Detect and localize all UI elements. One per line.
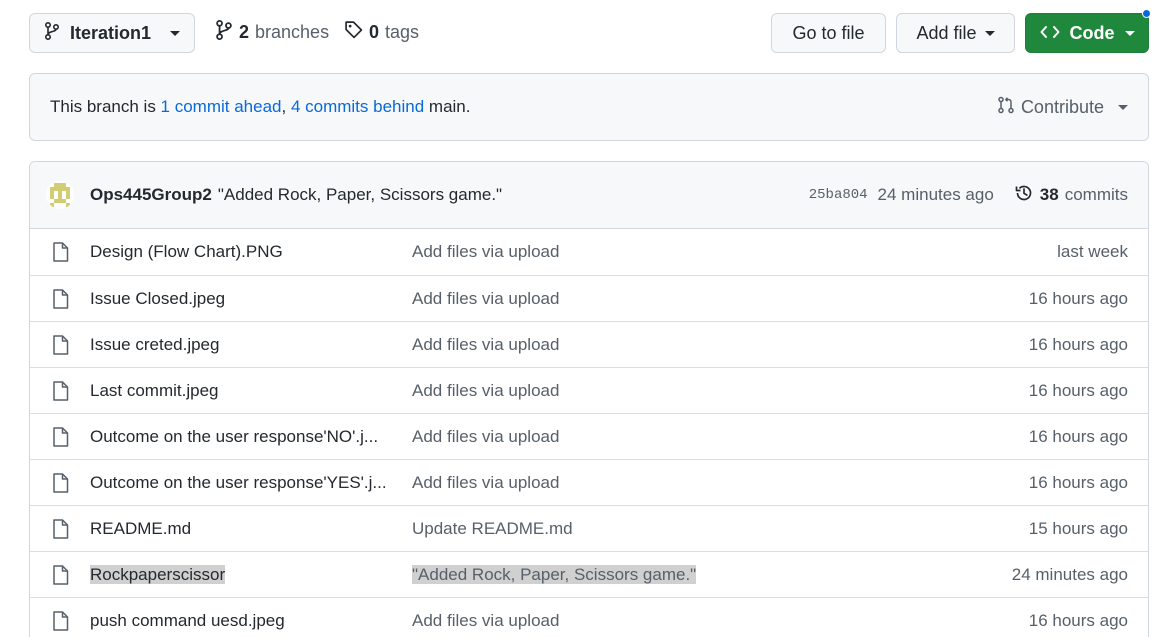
file-name-link[interactable]: push command uesd.jpeg [90, 611, 392, 631]
branch-status-text: This branch is 1 commit ahead, 4 commits… [50, 97, 470, 117]
commits-ahead-link[interactable]: 1 commit ahead [161, 97, 282, 116]
tags-label: tags [385, 21, 420, 42]
chevron-down-icon [984, 30, 995, 36]
commits-count: 38 [1039, 185, 1059, 204]
file-commit-message-link[interactable]: Add files via upload [412, 611, 559, 631]
go-to-file-label: Go to file [792, 22, 865, 43]
latest-commit-bar: Ops445Group2 "Added Rock, Paper, Scissor… [30, 162, 1148, 229]
git-branch-icon [44, 21, 60, 45]
branch-status-separator: , [281, 97, 291, 116]
selection-highlight: "Added Rock, Paper, Scissors game." [412, 564, 697, 584]
code-button[interactable]: Code [1025, 13, 1149, 53]
file-commit-message-link[interactable]: Add files via upload [412, 427, 559, 447]
file-age: 16 hours ago [1028, 288, 1128, 308]
contribute-button[interactable]: Contribute [997, 96, 1128, 119]
chevron-down-icon [1118, 104, 1128, 110]
file-age: 16 hours ago [1028, 334, 1128, 354]
file-age: 16 hours ago [1028, 610, 1128, 630]
table-row: Outcome on the user response'NO'.j... Ad… [30, 413, 1148, 459]
pull-request-icon [997, 96, 1015, 119]
commit-age: 24 minutes ago [877, 185, 994, 204]
avatar[interactable] [46, 181, 74, 209]
file-name-link[interactable]: Outcome on the user response'YES'.j... [90, 473, 392, 493]
file-name-link[interactable]: Rockpaperscissor [90, 564, 392, 585]
file-commit-message-link[interactable]: Add files via upload [412, 473, 559, 493]
file-commit-message-link[interactable]: Add files via upload [412, 289, 559, 309]
file-commit-message-link[interactable]: "Added Rock, Paper, Scissors game." [412, 564, 697, 585]
table-row: Rockpaperscissor "Added Rock, Paper, Sci… [30, 551, 1148, 597]
file-icon [52, 610, 70, 631]
file-name-link[interactable]: Outcome on the user response'NO'.j... [90, 427, 392, 447]
table-row: Issue creted.jpeg Add files via upload 1… [30, 321, 1148, 367]
file-icon [52, 380, 70, 401]
file-name-link[interactable]: Issue creted.jpeg [90, 335, 392, 355]
file-name-link[interactable]: Design (Flow Chart).PNG [90, 242, 392, 262]
file-icon [52, 564, 70, 585]
tags-count: 0 [369, 21, 380, 42]
add-file-label: Add file [916, 22, 977, 43]
code-label: Code [1069, 22, 1115, 43]
contribute-label: Contribute [1020, 96, 1104, 117]
file-commit-message-link[interactable]: Update README.md [412, 519, 573, 539]
code-icon [1040, 23, 1060, 44]
commits-history-link[interactable]: 38 commits [1014, 183, 1128, 208]
file-name-link[interactable]: Issue Closed.jpeg [90, 289, 392, 309]
branches-label: branches [255, 22, 330, 42]
commit-sha-link[interactable]: 25ba804 [809, 187, 868, 203]
branch-name: Iteration1 [70, 22, 152, 43]
file-age: 16 hours ago [1028, 472, 1128, 492]
go-to-file-button[interactable]: Go to file [771, 13, 886, 53]
file-icon [52, 472, 70, 493]
branch-status-box: This branch is 1 commit ahead, 4 commits… [29, 73, 1149, 141]
file-icon [52, 242, 70, 262]
table-row: Issue Closed.jpeg Add files via upload 1… [30, 275, 1148, 321]
file-age: 24 minutes ago [1011, 564, 1128, 584]
table-row: README.md Update README.md 15 hours ago [30, 505, 1148, 551]
file-age: 16 hours ago [1028, 380, 1128, 400]
file-rows: Design (Flow Chart).PNG Add files via up… [30, 229, 1148, 637]
branches-count: 2 [239, 22, 250, 42]
file-icon [52, 288, 70, 309]
commits-behind-link[interactable]: 4 commits behind [291, 97, 424, 116]
commit-meta: 25ba804 24 minutes ago 38 commits [809, 183, 1128, 208]
branches-link[interactable]: 2 branches [215, 19, 330, 45]
commits-label: commits [1064, 185, 1128, 204]
table-row: Last commit.jpeg Add files via upload 16… [30, 367, 1148, 413]
tag-icon [344, 20, 363, 44]
file-icon [52, 334, 70, 355]
branch-status-suffix: main. [424, 97, 471, 116]
file-commit-message-link[interactable]: Add files via upload [412, 381, 559, 401]
branch-status-prefix: This branch is [50, 97, 161, 116]
file-listing: Ops445Group2 "Added Rock, Paper, Scissor… [29, 161, 1149, 637]
notification-dot [1142, 9, 1151, 18]
chevron-down-icon [170, 30, 180, 36]
table-row: push command uesd.jpeg Add files via upl… [30, 597, 1148, 637]
selection-highlight: Rockpaperscissor [90, 564, 226, 584]
file-name-link[interactable]: README.md [90, 519, 392, 539]
add-file-button[interactable]: Add file [896, 13, 1015, 53]
file-name-link[interactable]: Last commit.jpeg [90, 381, 392, 401]
table-row: Outcome on the user response'YES'.j... A… [30, 459, 1148, 505]
git-branch-icon [215, 19, 233, 45]
branch-selector-button[interactable]: Iteration1 [29, 13, 195, 53]
file-icon [52, 426, 70, 447]
commit-message-link[interactable]: "Added Rock, Paper, Scissors game." [218, 185, 502, 205]
table-row: Design (Flow Chart).PNG Add files via up… [30, 229, 1148, 275]
file-age: 15 hours ago [1028, 518, 1128, 538]
chevron-down-icon [1124, 30, 1135, 36]
commit-author-link[interactable]: Ops445Group2 [90, 185, 212, 205]
file-commit-message-link[interactable]: Add files via upload [412, 242, 559, 262]
tags-link[interactable]: 0 tags [344, 20, 419, 44]
file-icon [52, 518, 70, 539]
history-icon [1014, 183, 1034, 208]
file-commit-message-link[interactable]: Add files via upload [412, 335, 559, 355]
file-age: last week [1057, 242, 1128, 261]
file-age: 16 hours ago [1028, 426, 1128, 446]
